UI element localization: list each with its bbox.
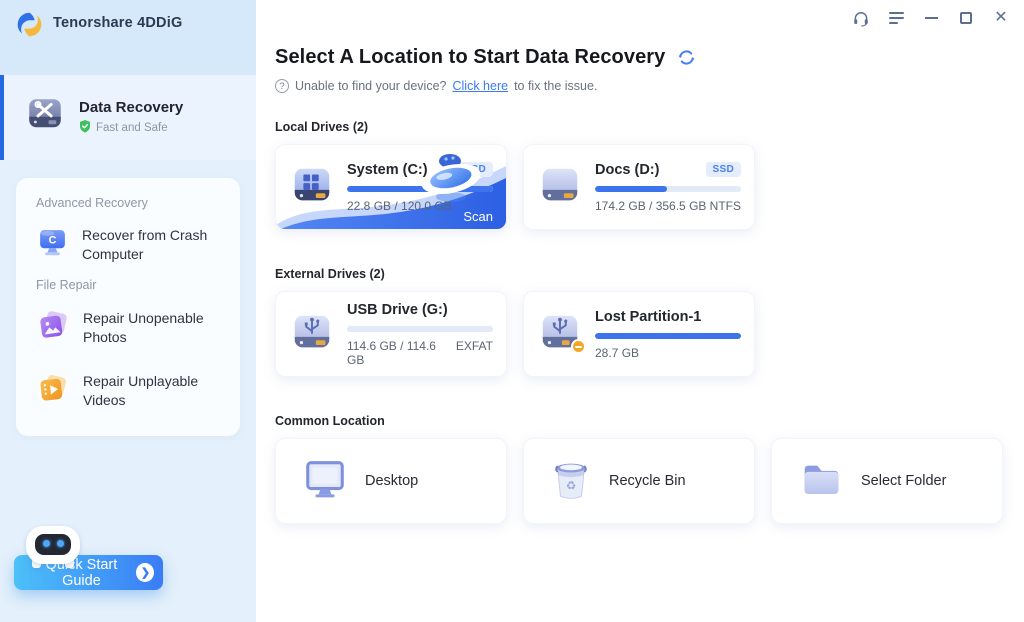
usage-progress-bar <box>347 325 493 332</box>
sidebar-item-data-recovery[interactable]: Data Recovery Fast and Safe <box>0 75 256 160</box>
minimize-button[interactable] <box>922 9 940 27</box>
drive-name: USB Drive (G:) <box>347 301 448 318</box>
shield-check-icon <box>79 120 91 136</box>
external-drives-section: External Drives (2) USB Drive (G:) 114.6… <box>275 267 1004 377</box>
folder-icon <box>798 456 844 507</box>
location-label: Desktop <box>365 473 419 489</box>
svg-text:C: C <box>49 235 57 247</box>
window-controls: ✕ <box>852 9 1010 27</box>
sidebar-menu-card: Advanced Recovery C Recover from Crash C… <box>16 178 240 436</box>
sidebar-item-recover-crash-computer[interactable]: C Recover from Crash Computer <box>28 214 228 276</box>
recycle-glyph: ♻ <box>566 480 576 492</box>
titlebar-brand: Tenorshare 4DDiG <box>0 0 256 75</box>
drive-usage: 114.6 GB / 114.6 GB <box>347 338 436 367</box>
drive-name: Docs (D:) <box>595 161 660 178</box>
crash-computer-icon: C <box>36 226 69 264</box>
drive-usage: 174.2 GB / 356.5 GB <box>595 198 707 213</box>
usage-progress-bar <box>595 332 741 339</box>
close-button[interactable]: ✕ <box>992 9 1010 27</box>
drive-card-system-c[interactable]: Scan System (C:) 22.8 GB / 120.0 GB <box>275 144 507 230</box>
hdd-drive-icon <box>537 164 583 210</box>
sidebar-item-label: Data Recovery <box>79 99 184 116</box>
sidebar-item-label: Repair Unplayable Videos <box>83 372 199 408</box>
sidebar-item-subtitle: Fast and Safe <box>96 122 168 134</box>
app-logo-icon <box>16 11 43 43</box>
main-content: ✕ Select A Location to Start Data Recove… <box>256 0 1024 622</box>
usb-drive-icon <box>289 311 335 357</box>
maximize-button[interactable] <box>957 9 975 27</box>
desktop-icon <box>302 456 348 507</box>
video-repair-icon <box>36 371 70 410</box>
robot-mascot-icon <box>26 526 80 568</box>
drive-usage: 28.7 GB <box>595 345 640 360</box>
usage-progress-fill <box>595 185 667 192</box>
help-text-prefix: Unable to find your device? <box>295 79 447 93</box>
local-drives-label: Local Drives (2) <box>275 120 369 134</box>
sidebar-item-label: Repair Unopenable Photos <box>83 309 204 345</box>
local-drives-section: Local Drives (2) Scan System (C:) 22.8 G… <box>275 120 1004 230</box>
drive-filesystem: EXFAT <box>455 338 493 353</box>
drive-card-docs-d[interactable]: Docs (D:) SSD 174.2 GB / 356.5 GB NTFS <box>523 144 755 230</box>
photo-repair-icon <box>36 308 70 347</box>
location-card-recycle-bin[interactable]: ♻ Recycle Bin <box>523 438 755 524</box>
location-label: Select Folder <box>861 473 947 489</box>
click-here-link[interactable]: Click here <box>452 79 508 93</box>
help-text-suffix: to fix the issue. <box>514 79 598 93</box>
scan-magnifier-icon <box>408 147 494 212</box>
drive-name: Lost Partition-1 <box>595 308 702 325</box>
menu-icon[interactable] <box>887 9 905 27</box>
support-headset-icon[interactable] <box>852 9 870 27</box>
question-circle-icon: ? <box>275 79 289 93</box>
chevron-right-icon: ❯ <box>135 563 154 582</box>
sidebar: Tenorshare 4DDiG Data Recovery Fast and … <box>0 0 256 622</box>
sidebar-item-label: Recover from Crash Computer <box>82 227 208 262</box>
section-label-advanced-recovery: Advanced Recovery <box>36 196 148 210</box>
data-recovery-drive-icon <box>24 94 66 141</box>
common-location-section: Common Location Desktop ♻ Recycle Bin Se… <box>275 414 1004 524</box>
app-window: Tenorshare 4DDiG Data Recovery Fast and … <box>0 0 1024 622</box>
drive-card-usb-g[interactable]: USB Drive (G:) 114.6 GB / 114.6 GB EXFAT <box>275 291 507 377</box>
lost-partition-warning-icon <box>571 339 586 354</box>
location-card-desktop[interactable]: Desktop <box>275 438 507 524</box>
ssd-badge: SSD <box>705 162 741 177</box>
location-card-select-folder[interactable]: Select Folder <box>771 438 1003 524</box>
app-title: Tenorshare 4DDiG <box>53 15 183 31</box>
usage-progress-fill <box>595 332 741 339</box>
help-row: ? Unable to find your device? Click here… <box>275 79 1004 93</box>
location-label: Recycle Bin <box>609 473 686 489</box>
page-title: Select A Location to Start Data Recovery <box>275 46 666 68</box>
usage-progress-bar <box>595 185 741 192</box>
recycle-bin-icon: ♻ <box>550 456 592 507</box>
sidebar-item-repair-unplayable-videos[interactable]: Repair Unplayable Videos <box>28 359 228 422</box>
section-label-file-repair: File Repair <box>36 278 97 292</box>
sidebar-item-repair-unopenable-photos[interactable]: Repair Unopenable Photos <box>28 296 228 359</box>
quick-start-area: Quick Start Guide ❯ <box>14 526 163 590</box>
external-drives-label: External Drives (2) <box>275 267 385 281</box>
usb-drive-lost-icon <box>537 311 586 357</box>
drive-card-lost-partition-1[interactable]: Lost Partition-1 28.7 GB <box>523 291 755 377</box>
common-location-label: Common Location <box>275 414 385 428</box>
drive-filesystem: NTFS <box>709 198 741 213</box>
refresh-icon[interactable] <box>676 48 696 68</box>
